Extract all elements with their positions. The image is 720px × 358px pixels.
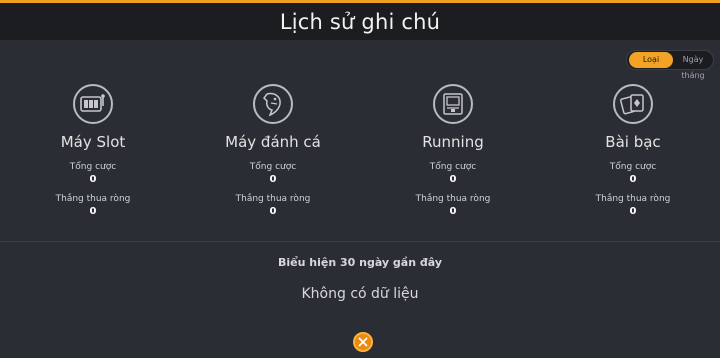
category-name: Bài bạc — [605, 133, 661, 151]
category-name: Running — [422, 133, 484, 151]
playing-cards-icon — [613, 84, 653, 124]
shark-icon — [253, 84, 293, 124]
toggle-option-date[interactable]: Ngày tháng — [673, 52, 713, 80]
net-win-label: Thắng thua ròng — [235, 194, 311, 204]
net-win-value: 0 — [449, 206, 457, 217]
no-data-text: Không có dữ liệu — [301, 286, 419, 302]
section-divider — [0, 241, 720, 242]
toggle-option-type[interactable]: Loại — [629, 52, 673, 68]
total-bet-label: Tổng cược — [429, 162, 477, 172]
header-bar: Lịch sử ghi chú — [0, 0, 720, 40]
net-win-value: 0 — [269, 206, 277, 217]
arcade-machine-icon — [433, 84, 473, 124]
net-win-value: 0 — [629, 206, 637, 217]
category-cards: Bài bạc Tổng cược 0 Thắng thua ròng 0 — [558, 84, 708, 217]
total-bet-value: 0 — [449, 174, 457, 185]
slot-machine-icon — [73, 84, 113, 124]
total-bet-label: Tổng cược — [249, 162, 297, 172]
total-bet-value: 0 — [629, 174, 637, 185]
close-button[interactable] — [353, 332, 373, 352]
total-bet-label: Tổng cược — [69, 162, 117, 172]
net-win-label: Thắng thua ròng — [55, 194, 131, 204]
category-name: Máy Slot — [60, 133, 126, 151]
category-running: Running Tổng cược 0 Thắng thua ròng 0 — [378, 84, 528, 217]
category-slot: Máy Slot Tổng cược 0 Thắng thua ròng 0 — [18, 84, 168, 217]
category-fishing: Máy đánh cá Tổng cược 0 Thắng thua ròng … — [198, 84, 348, 217]
total-bet-value: 0 — [269, 174, 277, 185]
category-name: Máy đánh cá — [225, 133, 321, 151]
total-bet-label: Tổng cược — [609, 162, 657, 172]
close-icon — [358, 337, 368, 347]
net-win-value: 0 — [89, 206, 97, 217]
view-toggle[interactable]: Loại Ngày tháng — [626, 50, 714, 80]
total-bet-value: 0 — [89, 174, 97, 185]
recent-performance-title: Biểu hiện 30 ngày gần đây — [277, 256, 442, 269]
net-win-label: Thắng thua ròng — [415, 194, 491, 204]
page-title: Lịch sử ghi chú — [279, 9, 441, 34]
net-win-label: Thắng thua ròng — [595, 194, 671, 204]
